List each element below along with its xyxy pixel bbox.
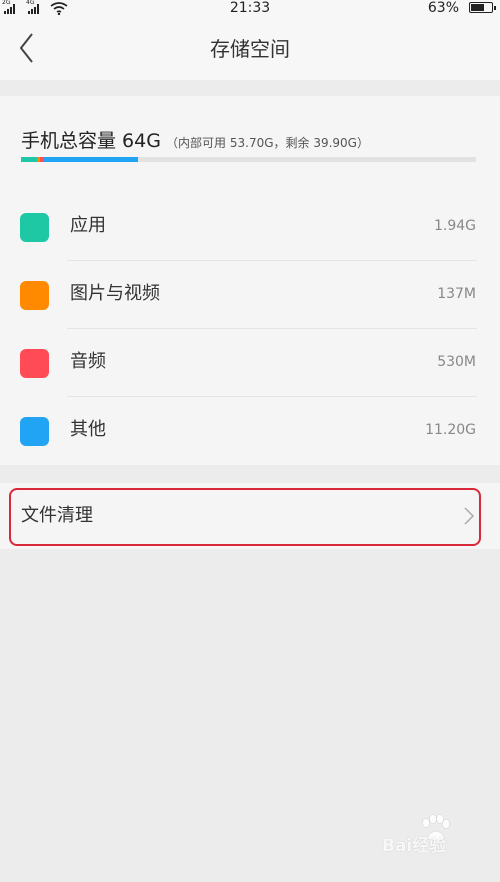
category-size: 1.94G — [433, 218, 476, 234]
category-label: 其他 — [70, 419, 106, 440]
audio-color-swatch — [20, 349, 49, 378]
status-bar: 2G 4G 21:33 63% — [0, 0, 500, 18]
page-title: 存储空间 — [210, 37, 290, 61]
storage-usage-bar — [21, 157, 476, 162]
category-label: 图片与视频 — [70, 283, 160, 304]
storage-card: 手机总容量 64G （内部可用 53.70G，剩余 39.90G） 应用 1.9… — [0, 96, 500, 465]
usage-segment — [21, 157, 38, 162]
app-header: 存储空间 — [0, 18, 500, 80]
category-size: 530M — [437, 354, 476, 370]
photos-videos-color-swatch — [20, 281, 49, 310]
file-clean-label: 文件清理 — [21, 505, 93, 526]
apps-color-swatch — [20, 213, 49, 242]
watermark: Bai经验 — [382, 814, 472, 860]
total-capacity: 手机总容量 64G — [21, 130, 161, 152]
status-time: 21:33 — [229, 0, 271, 16]
other-color-swatch — [20, 417, 49, 446]
category-row-photos-videos[interactable]: 图片与视频 137M — [0, 261, 500, 329]
capacity-summary: 手机总容量 64G （内部可用 53.70G，剩余 39.90G） — [21, 126, 369, 153]
category-label: 音频 — [70, 351, 106, 372]
category-size: 137M — [437, 286, 476, 302]
battery-percent: 63% — [427, 0, 459, 16]
category-row-apps[interactable]: 应用 1.94G — [0, 193, 500, 261]
category-row-other[interactable]: 其他 11.20G — [0, 397, 500, 465]
category-label: 应用 — [70, 215, 106, 236]
category-size: 11.20G — [425, 422, 476, 438]
chevron-right-icon — [464, 507, 475, 525]
usage-segment — [42, 157, 139, 162]
file-clean-row[interactable]: 文件清理 — [0, 483, 500, 549]
watermark-text: Bai经验 — [382, 836, 447, 856]
battery-icon — [469, 2, 496, 13]
capacity-detail: （内部可用 53.70G，剩余 39.90G） — [166, 136, 369, 150]
category-row-audio[interactable]: 音频 530M — [0, 329, 500, 397]
